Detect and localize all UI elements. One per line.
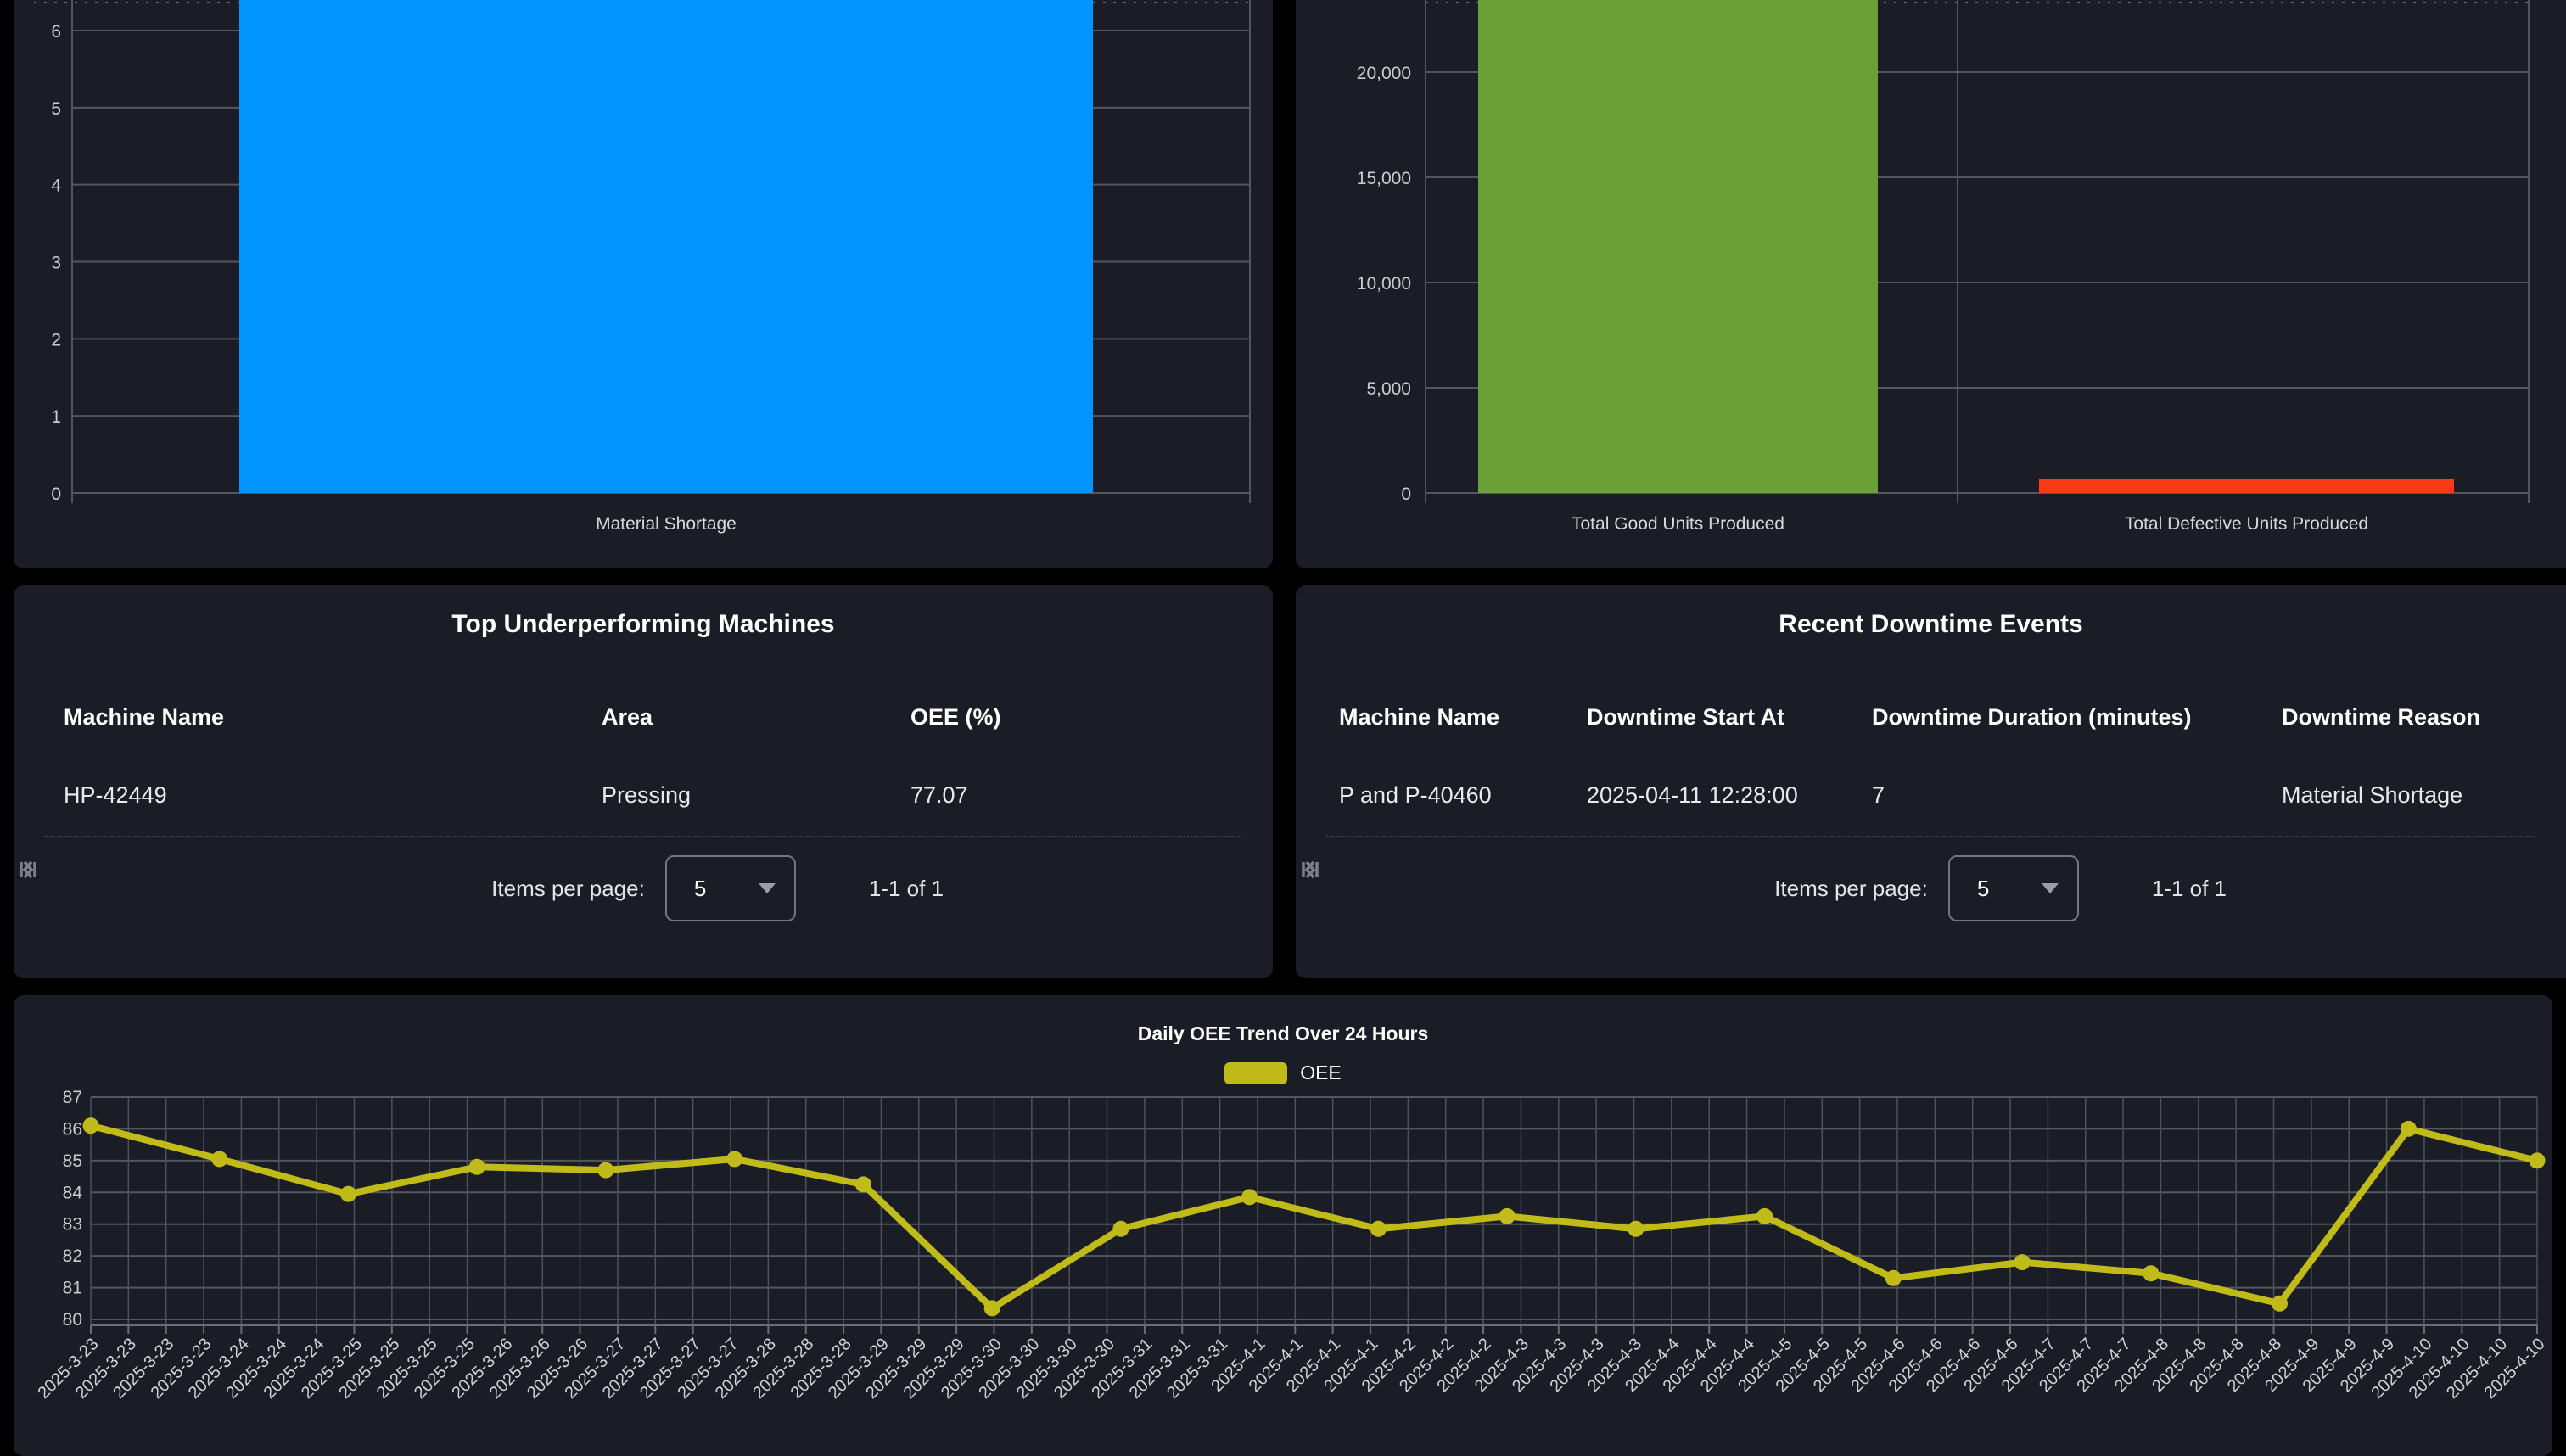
y-axis-tick-label: 84 bbox=[63, 1183, 83, 1202]
y-axis-tick-label: 3 bbox=[51, 254, 61, 273]
items-per-page-value: 5 bbox=[1977, 876, 1989, 902]
production-units-bar-chart: 0 5,000 10,000 15,000 20,000 Total Good Units… bbox=[1296, 0, 2566, 568]
column-header-oee: OEE (%) bbox=[910, 704, 1273, 731]
y-axis-tick-label: 86 bbox=[63, 1119, 82, 1139]
y-axis-tick-label: 85 bbox=[63, 1151, 82, 1171]
oee-trend-line-chart: 80818283848586872025-3-232025-3-232025-3… bbox=[14, 995, 2552, 1456]
x-category-label: Total Defective Units Produced bbox=[2125, 514, 2368, 534]
cell-downtime-start: 2025-04-11 12:28:00 bbox=[1587, 782, 1872, 809]
y-axis-tick-label: 0 bbox=[51, 484, 61, 504]
y-axis-tick-label: 80 bbox=[63, 1310, 82, 1330]
first-page-button[interactable] bbox=[1000, 874, 1028, 903]
items-per-page-select[interactable]: 5 bbox=[1948, 855, 2079, 921]
y-axis-tick-label: 5,000 bbox=[1366, 379, 1411, 399]
y-axis-tick-label: 1 bbox=[51, 407, 61, 427]
y-axis-tick-label: 0 bbox=[1401, 484, 1411, 504]
previous-page-button[interactable] bbox=[1067, 874, 1096, 903]
data-point-marker bbox=[1241, 1189, 1258, 1205]
x-category-label: Material Shortage bbox=[596, 514, 737, 534]
y-axis-tick-label: 81 bbox=[63, 1279, 82, 1298]
data-point-marker bbox=[855, 1176, 871, 1192]
items-per-page-label: Items per page: bbox=[1774, 876, 1928, 902]
data-point-marker bbox=[1628, 1221, 1644, 1237]
column-header-area: Area bbox=[602, 704, 910, 731]
first-page-button[interactable] bbox=[2283, 874, 2311, 903]
y-axis-tick-label: 20,000 bbox=[1357, 64, 1411, 83]
underperforming-machines-panel: Top Underperforming Machines Machine Nam… bbox=[14, 585, 1273, 978]
y-axis-tick-label: 83 bbox=[63, 1215, 82, 1235]
data-point-marker bbox=[1499, 1208, 1516, 1224]
data-point-marker bbox=[597, 1162, 613, 1179]
table-header-row: Machine Name Downtime Start At Downtime … bbox=[1296, 694, 2566, 740]
bar bbox=[2039, 479, 2454, 493]
dashboard: { "colors": { "page_background": "#00000… bbox=[0, 0, 2566, 1456]
downtime-by-reason-chart-panel: 0 1 2 3 4 5 6 Material Shortage bbox=[14, 0, 1273, 568]
column-header-downtime-start: Downtime Start At bbox=[1587, 704, 1872, 731]
data-point-marker bbox=[83, 1117, 99, 1134]
chevron-down-icon bbox=[759, 883, 776, 893]
page-range-label: 1-1 of 1 bbox=[869, 876, 944, 902]
items-per-page-select[interactable]: 5 bbox=[665, 855, 796, 921]
downtime-by-reason-bar-chart: 0 1 2 3 4 5 6 Material Shortage bbox=[14, 0, 1273, 568]
line-series-oee bbox=[91, 1126, 2537, 1308]
paginator: Items per page: 5 1-1 of 1 bbox=[14, 855, 1232, 921]
paginator: Items per page: 5 1-1 of 1 bbox=[1296, 855, 2515, 921]
table-row: P and P-40460 2025-04-11 12:28:00 7 Mate… bbox=[1326, 755, 2535, 837]
data-point-marker bbox=[1756, 1208, 1773, 1224]
column-header-downtime-duration: Downtime Duration (minutes) bbox=[1872, 704, 2282, 731]
y-axis-tick-label: 15,000 bbox=[1357, 169, 1411, 188]
data-point-marker bbox=[984, 1300, 1000, 1316]
data-point-marker bbox=[2143, 1265, 2159, 1281]
y-axis-tick-label: 2 bbox=[51, 330, 61, 350]
next-page-button[interactable] bbox=[1135, 874, 1164, 903]
recent-downtime-events-title: Recent Downtime Events bbox=[1296, 608, 2566, 641]
y-axis-tick-label: 5 bbox=[51, 99, 61, 119]
cell-machine-name: P and P-40460 bbox=[1339, 782, 1587, 809]
y-axis-tick-label: 82 bbox=[63, 1246, 82, 1266]
y-axis-tick-label: 6 bbox=[51, 22, 61, 42]
cell-machine-name: HP-42449 bbox=[64, 782, 602, 809]
data-point-marker bbox=[469, 1159, 485, 1175]
y-axis-tick-label: 87 bbox=[63, 1088, 82, 1107]
last-page-icon bbox=[14, 855, 42, 884]
data-point-marker bbox=[2530, 1152, 2546, 1168]
bar-material-shortage bbox=[239, 0, 1093, 493]
oee-trend-panel: Daily OEE Trend Over 24 Hours OEE 808182… bbox=[14, 995, 2552, 1456]
chevron-down-icon bbox=[2042, 883, 2059, 893]
data-point-marker bbox=[340, 1186, 356, 1202]
data-point-marker bbox=[1112, 1221, 1129, 1237]
data-point-marker bbox=[211, 1151, 227, 1168]
page-range-label: 1-1 of 1 bbox=[2152, 876, 2227, 902]
cell-area: Pressing bbox=[602, 782, 910, 809]
data-point-marker bbox=[726, 1151, 742, 1168]
recent-downtime-events-panel: Recent Downtime Events Machine Name Down… bbox=[1296, 585, 2566, 978]
next-page-button[interactable] bbox=[2418, 874, 2447, 903]
data-point-marker bbox=[1885, 1270, 1902, 1286]
last-page-button[interactable] bbox=[1203, 874, 1232, 903]
column-header-machine-name: Machine Name bbox=[64, 704, 602, 731]
x-category-label: Total Good Units Produced bbox=[1572, 514, 1784, 534]
y-axis-tick-label: 10,000 bbox=[1357, 274, 1411, 294]
data-point-marker bbox=[2272, 1296, 2288, 1312]
items-per-page-value: 5 bbox=[694, 876, 706, 902]
production-units-chart-panel: 0 5,000 10,000 15,000 20,000 Total Good Units… bbox=[1296, 0, 2566, 568]
cell-downtime-duration: 7 bbox=[1872, 782, 2282, 809]
cell-oee: 77.07 bbox=[910, 782, 1242, 809]
last-page-icon bbox=[1296, 855, 1325, 884]
data-point-marker bbox=[2014, 1254, 2031, 1270]
data-point-marker bbox=[2401, 1121, 2417, 1137]
data-point-marker bbox=[1370, 1221, 1387, 1237]
cell-downtime-reason: Material Shortage bbox=[2282, 782, 2535, 809]
items-per-page-label: Items per page: bbox=[491, 876, 645, 902]
table-header-row: Machine Name Area OEE (%) bbox=[14, 694, 1273, 740]
last-page-button[interactable] bbox=[2486, 874, 2515, 903]
column-header-downtime-reason: Downtime Reason bbox=[2282, 704, 2566, 731]
column-header-machine-name: Machine Name bbox=[1339, 704, 1587, 731]
table-row: HP-42449 Pressing 77.07 bbox=[44, 755, 1242, 837]
underperforming-machines-title: Top Underperforming Machines bbox=[14, 608, 1273, 641]
bar bbox=[1478, 0, 1878, 493]
y-axis-tick-label: 4 bbox=[51, 176, 61, 196]
previous-page-button[interactable] bbox=[2350, 874, 2379, 903]
